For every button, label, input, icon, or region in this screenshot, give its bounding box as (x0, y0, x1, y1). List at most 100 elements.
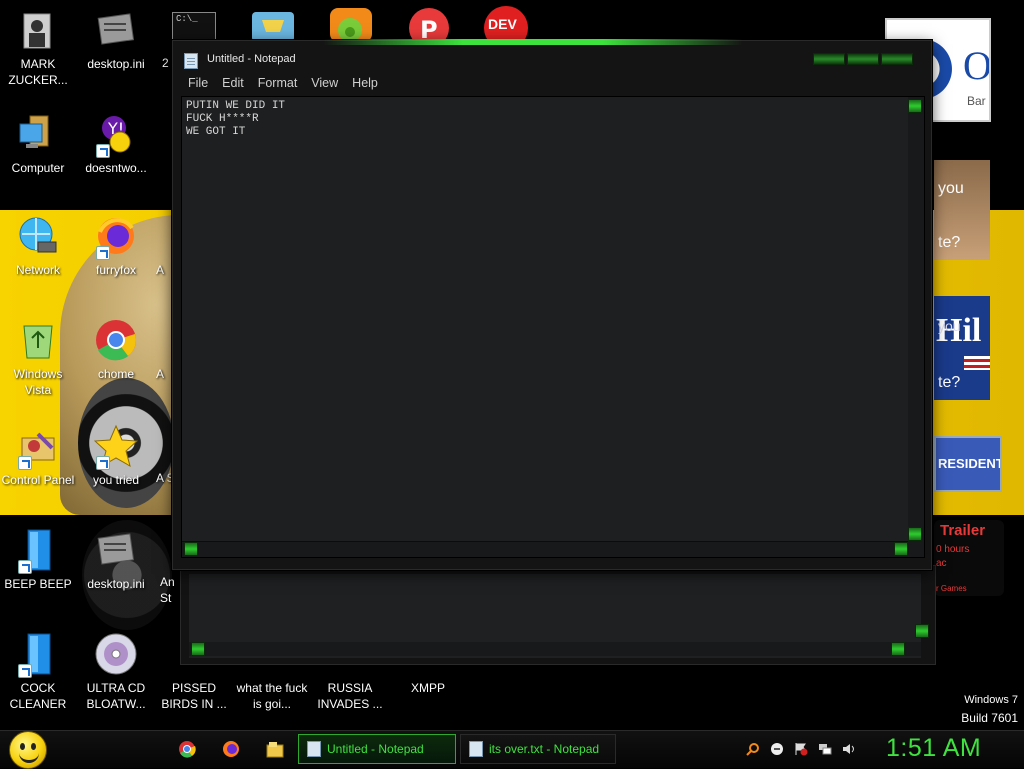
desktop-icon-chome[interactable]: chome (78, 318, 154, 382)
scroll-left-button[interactable] (191, 642, 205, 656)
folder-icon (16, 8, 60, 52)
desktop-icon-label: Control Panel (1, 473, 75, 487)
menu-view[interactable]: View (304, 74, 345, 94)
desktop-icon-label: desktop.ini (87, 577, 145, 591)
desktop-icon-windows-vista[interactable]: Windows Vista (0, 318, 76, 398)
cmd-icon[interactable]: C:\_ (172, 12, 216, 42)
ad-portrait-1: you te? (934, 160, 990, 260)
os-watermark: Windows 7 (964, 694, 1018, 706)
notepad-icon (307, 741, 321, 757)
desktop-icon-label: ULTRA CD BLOATW... (86, 681, 146, 711)
firefox-icon[interactable] (222, 740, 242, 760)
desktop-icon-label: desktop.ini (87, 57, 145, 71)
desktop-icon-label: you tried (92, 473, 140, 487)
desktop-icon-label: PISSED BIRDS IN ... (161, 681, 227, 711)
task-label: its over.txt - Notepad (489, 742, 600, 756)
shortcut-arrow-icon (18, 456, 32, 470)
taskbar: Untitled - Notepad its over.txt - Notepa… (0, 730, 1024, 769)
taskbar-notepad-its-over[interactable]: its over.txt - Notepad (460, 734, 616, 764)
desktop-icon-label: RUSSIA INVADES ... (317, 681, 383, 711)
desktop-icon-doesntwork[interactable]: Y! doesntwo... (78, 112, 154, 176)
bad-piggies-icon[interactable] (328, 6, 374, 42)
action-center-flag-icon[interactable] (794, 742, 808, 756)
notepad-icon (184, 53, 198, 69)
desktop-icon-control-panel[interactable]: Control Panel (0, 424, 76, 488)
pdf-p-icon[interactable]: P (406, 6, 452, 48)
desktop-icon-label: Computer (11, 161, 65, 175)
network-globe-icon (16, 214, 60, 258)
recycle-bin-icon (16, 318, 60, 362)
close-button[interactable] (881, 53, 913, 65)
scroll-down-button[interactable] (915, 624, 929, 638)
folder-icon[interactable] (250, 6, 296, 42)
scroll-up-button[interactable] (908, 99, 922, 113)
messenger-tray-icon[interactable] (770, 742, 784, 756)
desktop-icon-label: doesntwo... (85, 161, 147, 175)
text-editor[interactable]: PUTIN WE DID IT FUCK H****R WE GOT IT (182, 97, 908, 543)
desktop-icon-label: furryfox (95, 263, 136, 277)
scroll-down-button[interactable] (908, 527, 922, 541)
notepad-window[interactable]: Untitled - Notepad File Edit Format View… (172, 39, 932, 570)
build-watermark: Build 7601 (961, 711, 1018, 725)
minimize-button[interactable] (813, 53, 845, 65)
volume-icon[interactable] (842, 742, 856, 756)
chrome-icon[interactable] (178, 740, 198, 760)
network-tray-icon[interactable] (818, 742, 832, 756)
background-horizontal-scrollbar[interactable] (189, 642, 921, 656)
menu-help[interactable]: Help (345, 74, 385, 94)
desktop-icon-label: MARK ZUCKER... (8, 57, 68, 87)
shortcut-arrow-icon (96, 456, 110, 470)
maximize-button[interactable] (847, 53, 879, 65)
menu-format[interactable]: Format (251, 74, 305, 94)
desktop-icon-beep-beep[interactable]: BEEP BEEP (0, 528, 76, 592)
ad-president: RESIDENT (934, 436, 1002, 492)
desktop-icon-network[interactable]: Network (0, 214, 76, 278)
computer-icon (16, 112, 60, 156)
gold-star-icon (93, 424, 139, 470)
dev-cpp-icon[interactable]: DEV (482, 6, 530, 50)
taskbar-notepad-untitled[interactable]: Untitled - Notepad (298, 734, 456, 764)
scroll-right-button[interactable] (891, 642, 905, 656)
desktop-icon-desktop-ini[interactable]: desktop.ini (78, 8, 154, 72)
desktop-icon-partial[interactable]: An St (160, 574, 182, 606)
blue-file-icon (16, 632, 60, 678)
menu-file[interactable]: File (181, 74, 215, 94)
clock[interactable]: 1:51 AM (886, 734, 981, 763)
scroll-right-button[interactable] (894, 542, 908, 556)
task-label: Untitled - Notepad (327, 742, 424, 756)
scroll-left-button[interactable] (184, 542, 198, 556)
desktop-icon-desktop-ini-2[interactable]: desktop.ini (78, 528, 154, 592)
desktop-icon-mark-zuckerberg[interactable]: MARK ZUCKER... (0, 8, 76, 88)
shortcut-arrow-icon (18, 560, 32, 574)
file-explorer-icon[interactable] (266, 740, 286, 760)
desktop-icon-label: XMPP (410, 681, 445, 695)
desktop-icon-label: BEEP BEEP (4, 577, 72, 591)
desktop-icon-furryfox[interactable]: furryfox (78, 214, 154, 278)
shortcut-arrow-icon (18, 664, 32, 678)
desktop-icon-cock-cleaner[interactable]: COCK CLEANER (0, 632, 76, 712)
desktop: MARK ZUCKER... Computer Network Windows … (0, 0, 1024, 730)
desktop-icon-label: Windows Vista (13, 367, 63, 397)
resize-grip[interactable] (908, 541, 924, 557)
editor-container: PUTIN WE DID IT FUCK H****R WE GOT IT (181, 96, 925, 558)
desktop-icon-label: chome (97, 367, 135, 381)
firefox-icon (94, 214, 138, 260)
blue-file-icon (16, 528, 60, 574)
control-panel-icon (16, 424, 60, 470)
ini-file-icon (94, 528, 138, 572)
desktop-icon-ultra-cd[interactable]: ULTRA CD BLOATW... (78, 632, 154, 712)
desktop-icon-you-tried[interactable]: you tried (78, 424, 154, 488)
desktop-icon-label: COCK CLEANER (9, 681, 67, 711)
title-bar[interactable]: Untitled - Notepad (173, 49, 931, 71)
window-title: Untitled - Notepad (207, 53, 296, 65)
yahoo-messenger-icon: Y! (94, 112, 138, 158)
vertical-scrollbar[interactable] (908, 97, 924, 543)
search-icon[interactable] (746, 742, 760, 756)
shortcut-arrow-icon (96, 144, 110, 158)
desktop-icon-computer[interactable]: Computer (0, 112, 76, 176)
desktop-icon-label: Network (15, 263, 60, 277)
background-notepad-window[interactable] (180, 565, 936, 665)
start-button[interactable] (9, 731, 47, 769)
menu-edit[interactable]: Edit (215, 74, 251, 94)
horizontal-scrollbar[interactable] (182, 541, 910, 557)
